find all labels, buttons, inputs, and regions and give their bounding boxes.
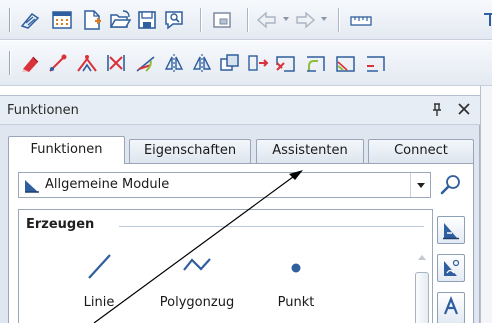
chevron-down-icon[interactable] <box>410 173 430 197</box>
chamfer-icon <box>336 56 355 72</box>
tool-label: Linie <box>83 295 115 310</box>
redo-icon <box>296 11 316 29</box>
mirror-axis-button[interactable] <box>190 51 214 75</box>
panel-title: Funktionen <box>7 103 79 118</box>
modify-line-icon <box>276 56 295 72</box>
fillet-button[interactable] <box>304 51 328 75</box>
module-dropdown-value: Allgemeine Module <box>45 177 170 192</box>
new-document-icon <box>84 10 101 30</box>
redo-dropdown-arrow[interactable] <box>321 17 327 21</box>
module-dropdown[interactable]: Allgemeine Module <box>18 172 431 198</box>
function-group-area: Erzeugen Linie Polygonzug Punkt <box>18 209 433 323</box>
scroll-up-icon[interactable] <box>418 255 426 260</box>
delete-button[interactable] <box>18 51 42 75</box>
panel-title-bar[interactable]: Funktionen <box>0 95 480 125</box>
rotate-icon <box>136 56 155 72</box>
new-document-button[interactable] <box>80 8 104 32</box>
overflow-button[interactable] <box>478 8 492 32</box>
grid-icon <box>52 11 72 29</box>
tool-linie[interactable]: Linie <box>59 250 139 323</box>
toolbar-separator <box>200 8 202 32</box>
toolbar-separator <box>247 8 249 32</box>
line-icon <box>88 254 111 279</box>
fillet-icon <box>307 56 325 72</box>
toolbar-grip[interactable] <box>9 51 11 75</box>
measure-button[interactable] <box>348 8 372 32</box>
modify-line-button[interactable] <box>274 51 298 75</box>
text-module-icon <box>443 296 459 315</box>
group-divider <box>119 226 424 227</box>
tab-connect[interactable]: Connect <box>368 139 474 163</box>
extend-icon <box>367 56 385 72</box>
toolbar-separator <box>338 8 340 32</box>
grid-button[interactable] <box>50 8 74 32</box>
duplicate-icon <box>220 54 239 71</box>
extend-button[interactable] <box>364 51 388 75</box>
group-header-erzeugen[interactable]: Erzeugen <box>26 217 94 232</box>
redo-button[interactable] <box>293 8 317 32</box>
tool-punkt[interactable]: Punkt <box>256 250 336 323</box>
copy-icon <box>77 55 97 72</box>
edit-toolbar <box>0 41 492 86</box>
pin-icon[interactable] <box>430 102 444 118</box>
tool-label: Punkt <box>277 295 315 310</box>
mirror-axis-icon <box>192 54 212 72</box>
save-button[interactable] <box>135 8 159 32</box>
delete-icon <box>22 56 39 72</box>
mirror-copy-button[interactable] <box>162 51 186 75</box>
open-folder-icon <box>109 10 132 28</box>
overflow-icon <box>484 13 492 26</box>
tool-label: Polygonzug <box>159 295 235 310</box>
module-triangle-icon <box>25 180 39 193</box>
macro-icon <box>20 13 40 29</box>
preview-icon <box>165 11 183 30</box>
undo-icon <box>256 11 276 29</box>
rotate-button[interactable] <box>134 51 158 75</box>
stretch-button[interactable] <box>246 51 270 75</box>
tab-content-funktionen: Allgemeine Module Erzeugen Linie Polygon… <box>8 163 474 323</box>
preview-button[interactable] <box>162 8 186 32</box>
search-button[interactable] <box>439 173 463 197</box>
move-button[interactable] <box>46 51 70 75</box>
scroll-thumb[interactable] <box>415 272 429 323</box>
toolbar-grip[interactable] <box>9 8 11 32</box>
side-button-module-2[interactable] <box>437 254 465 282</box>
mirror-icon <box>107 55 125 71</box>
copy-button[interactable] <box>75 51 99 75</box>
move-icon <box>49 54 67 72</box>
polyline-icon <box>183 258 211 271</box>
side-button-module-3[interactable] <box>437 292 465 323</box>
angle-module-icon <box>444 259 460 276</box>
side-button-module-1[interactable] <box>437 216 465 244</box>
tab-funktionen[interactable]: Funktionen <box>8 136 125 164</box>
point-icon <box>291 263 301 273</box>
measure-icon <box>350 16 372 26</box>
close-icon[interactable] <box>456 101 472 117</box>
tab-assistenten[interactable]: Assistenten <box>256 139 364 163</box>
window-icon <box>213 12 231 28</box>
bar-module-icon <box>443 223 459 240</box>
mirror-button[interactable] <box>104 51 128 75</box>
tool-polygonzug[interactable]: Polygonzug <box>157 250 237 323</box>
mirror-copy-icon <box>164 54 184 72</box>
tab-eigenschaften[interactable]: Eigenschaften <box>129 139 251 163</box>
search-icon <box>440 175 460 195</box>
stretch-icon <box>248 55 269 71</box>
standard-toolbar <box>0 0 492 40</box>
open-button[interactable] <box>108 8 132 32</box>
undo-dropdown-arrow[interactable] <box>283 17 289 21</box>
macro-button[interactable] <box>18 8 42 32</box>
vertical-scrollbar[interactable] <box>413 252 431 323</box>
panel-splitter[interactable] <box>480 86 492 323</box>
chamfer-button[interactable] <box>334 51 358 75</box>
save-icon <box>138 11 156 29</box>
undo-button[interactable] <box>255 8 279 32</box>
duplicate-button[interactable] <box>218 51 242 75</box>
window-button[interactable] <box>210 8 234 32</box>
functions-panel: Funktionen Funktionen Eigenschaften Assi… <box>0 95 480 323</box>
